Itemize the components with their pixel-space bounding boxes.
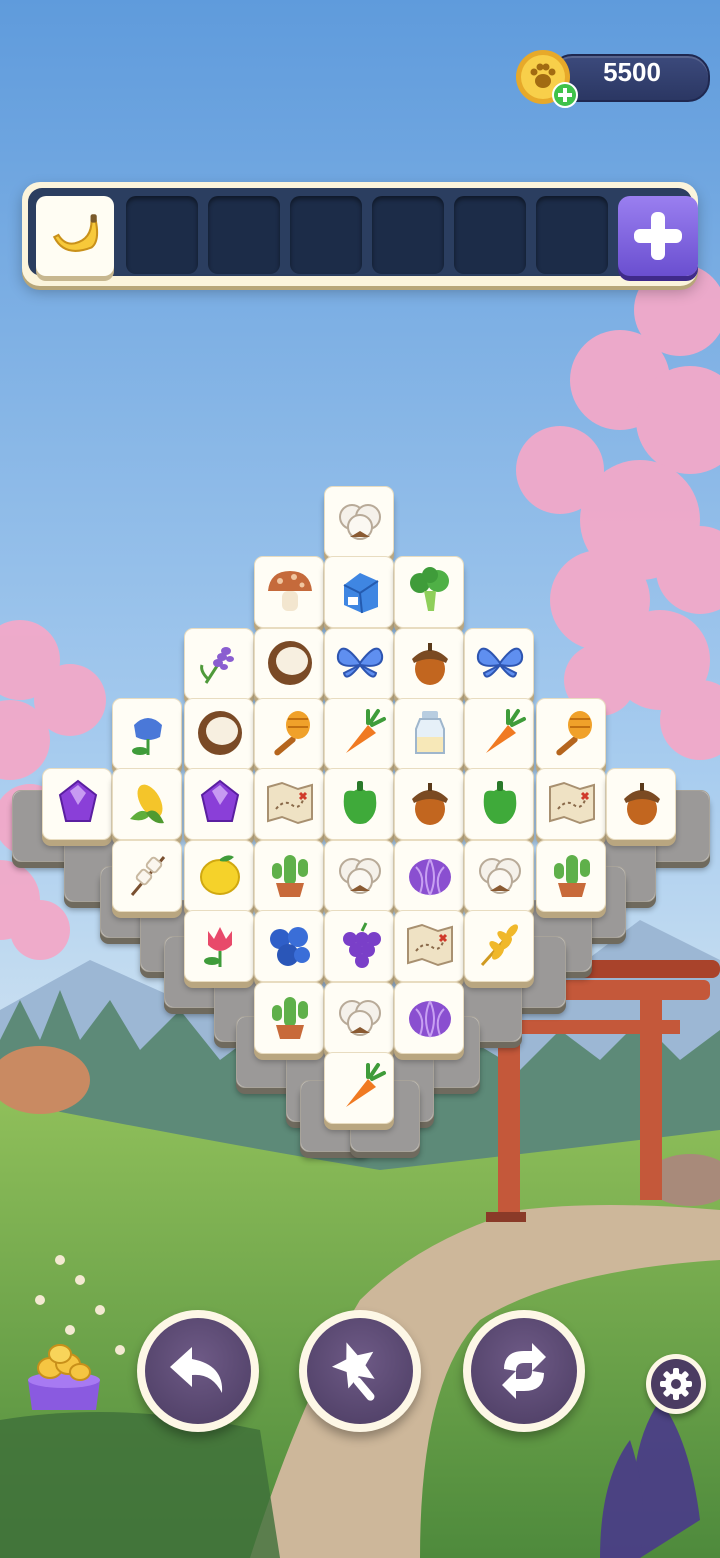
tile-cotton[interactable] [324,840,394,912]
milk-carton-icon [343,573,379,614]
tile-butterfly[interactable] [324,628,394,700]
butterfly-icon [336,647,384,678]
tile-cotton[interactable] [464,840,534,912]
treasure-map-icon [549,781,595,825]
tile-broccoli[interactable] [394,556,464,628]
blueberries-icon [270,927,310,966]
treasure-map-icon [407,923,453,967]
coconut-icon [268,641,312,685]
tile-wheat[interactable] [464,910,534,982]
lemon-icon [200,855,240,895]
tile-cotton[interactable] [324,982,394,1054]
tile-cotton[interactable] [324,486,394,558]
tile-honey-dipper[interactable] [536,698,606,770]
bell-pepper-icon [343,781,377,824]
tile-acorn[interactable] [394,628,464,700]
tile-tulip[interactable] [184,910,254,982]
tile-marshmallow[interactable] [112,840,182,912]
magic-wand-icon [331,1342,375,1401]
tile-carrot[interactable] [324,1052,394,1124]
tile-cactus[interactable] [254,982,324,1054]
tile-carrot[interactable] [324,698,394,770]
carrot-icon [346,709,386,753]
shuffle-icon [502,1343,546,1399]
cotton-icon [339,504,381,540]
tile-treasure-map[interactable] [394,910,464,982]
shop-button[interactable] [24,1340,104,1414]
tile-carrot[interactable] [464,698,534,770]
honey-dipper-icon [274,711,310,756]
cactus-icon [272,997,308,1039]
tile-honey-dipper[interactable] [254,698,324,770]
bell-pepper-icon [483,781,517,824]
tile-grapes[interactable] [324,910,394,982]
honey-dipper-icon [556,711,592,756]
tile-coconut[interactable] [254,628,324,700]
undo-arrow-icon [170,1347,223,1393]
tile-lemon[interactable] [184,840,254,912]
crystal-icon [200,779,240,822]
tile-corn[interactable] [112,768,182,840]
shuffle-button[interactable] [463,1310,585,1432]
gear-icon [660,1368,692,1400]
tile-cabbage[interactable] [394,982,464,1054]
magic-wand-button[interactable] [299,1310,421,1432]
undo-button[interactable] [137,1310,259,1432]
milk-bottle-icon [415,711,445,754]
tile-milk-carton[interactable] [324,556,394,628]
tile-coconut[interactable] [184,698,254,770]
acorn-icon [412,783,448,825]
settings-button[interactable] [646,1354,706,1414]
cabbage-icon [409,858,451,896]
tile-cabbage[interactable] [394,840,464,912]
tile-crystal[interactable] [42,768,112,840]
tile-acorn[interactable] [606,768,676,840]
coconut-icon [198,711,242,755]
cactus-icon [272,855,308,897]
lavender-icon [200,647,234,684]
carrot-icon [486,709,526,753]
corn-icon [130,784,164,824]
tile-treasure-map[interactable] [536,768,606,840]
tile-bell-pepper[interactable] [464,768,534,840]
tile-bell-pepper[interactable] [324,768,394,840]
crystal-icon [58,779,98,822]
tile-butterfly[interactable] [464,628,534,700]
cactus-icon [554,855,590,897]
tile-acorn[interactable] [394,768,464,840]
tile-bluebell[interactable] [112,698,182,770]
tile-treasure-map[interactable] [254,768,324,840]
tile-lavender[interactable] [184,628,254,700]
cotton-icon [479,858,521,894]
broccoli-icon [410,567,449,611]
butterfly-icon [476,647,524,678]
tile-milk-bottle[interactable] [394,698,464,770]
coin-stack-icon [28,1344,100,1410]
carrot-icon [346,1063,386,1107]
wheat-icon [480,924,518,967]
marshmallow-icon [130,856,166,896]
bluebell-icon [132,718,162,755]
tile-mushroom[interactable] [254,556,324,628]
treasure-map-icon [267,781,313,825]
tile-blueberries[interactable] [254,910,324,982]
tile-cactus[interactable] [254,840,324,912]
acorn-icon [412,643,448,685]
cotton-icon [339,858,381,894]
tulip-icon [204,927,232,967]
acorn-icon [624,783,660,825]
mushroom-icon [268,571,312,611]
grapes-icon [343,922,381,968]
tile-cactus[interactable] [536,840,606,912]
tile-crystal[interactable] [184,768,254,840]
cotton-icon [339,1000,381,1036]
cabbage-icon [409,1000,451,1038]
